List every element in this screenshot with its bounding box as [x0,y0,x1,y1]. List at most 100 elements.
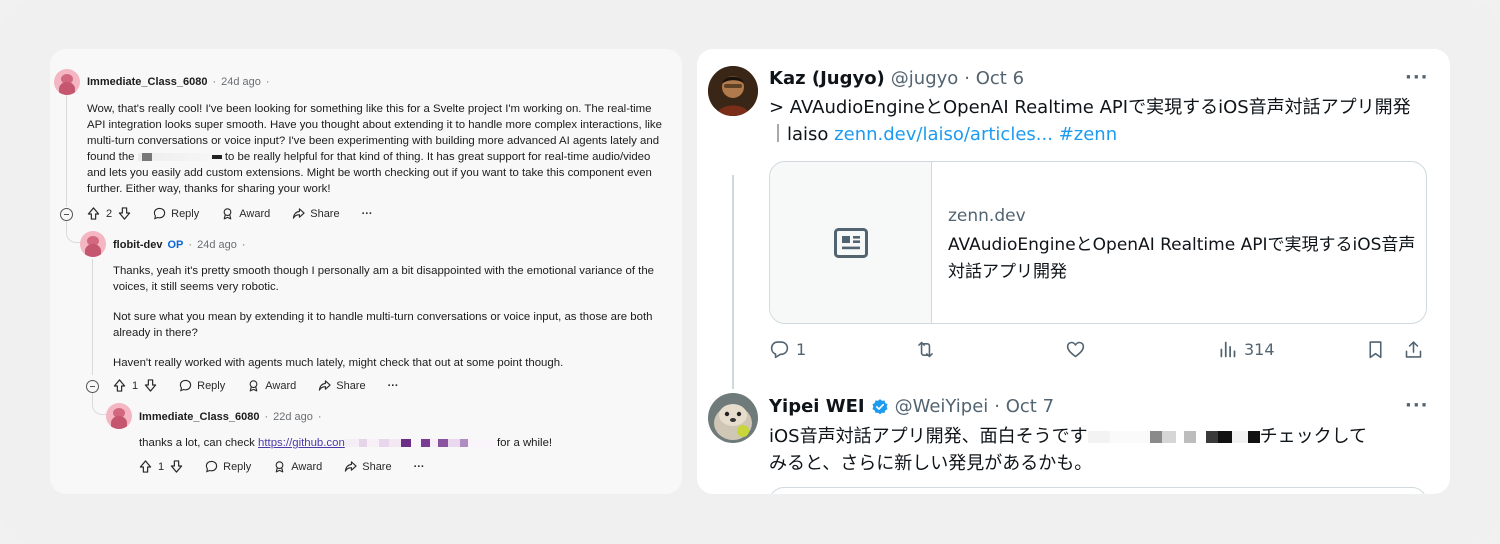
more-options-button[interactable]: ··· [1405,395,1429,416]
tweet-text: iOS音声対話アプリ開発、面白そうです チェックして みると、さらに新しい発見があ… [769,423,1429,477]
share-button[interactable] [1403,339,1424,360]
like-button[interactable] [1065,339,1086,360]
award-icon [275,461,284,473]
comment-actions: 1 Reply Award Share ··· [139,460,425,473]
vote-count: 1 [158,460,165,473]
views-button[interactable]: 314 [1217,339,1275,360]
comment-bubble-icon [179,379,192,392]
share-label: Share [362,460,392,473]
username[interactable]: Immediate_Class_6080 [87,76,207,88]
award-icon [249,380,258,392]
reply-button[interactable]: Reply [153,207,199,220]
bookmark-button[interactable] [1365,339,1386,360]
upvote-icon[interactable] [87,207,100,220]
reddit-comments-panel: Immediate_Class_6080 · 24d ago · Wow, th… [50,49,682,494]
reply-button[interactable]: Reply [205,460,251,473]
thread-line [92,259,93,375]
dot-separator: · [264,411,269,423]
dot-separator: · [265,76,270,88]
views-bar-chart-icon [1220,341,1236,358]
comment-text: for a while! [496,437,553,449]
award-button[interactable]: Award [273,460,322,473]
avatar[interactable] [54,69,80,95]
upvote-icon[interactable] [139,460,152,473]
comment-meta: Immediate_Class_6080 · 24d ago · [87,76,270,88]
reply-button[interactable]: 1 [769,339,806,360]
tweet-line: > AVAudioEngineとOpenAI Realtime APIで実現する… [769,97,1411,118]
share-button[interactable]: Share [344,460,392,473]
collapse-thread-button[interactable] [86,380,99,393]
comment-paragraph: Not sure what you mean by extending it t… [113,311,653,339]
dot-separator: · [188,239,193,251]
comment-body: Thanks, yeah it's pretty smooth though I… [113,263,673,385]
share-arrow-icon [345,461,357,472]
dot-separator: · [212,76,217,88]
timestamp: 24d ago [197,239,237,251]
timestamp: 22d ago [273,411,313,423]
user-handle[interactable]: @jugyo [891,68,959,89]
reply-button[interactable]: Reply [179,379,225,392]
downvote-icon[interactable] [144,379,157,392]
dot-separator: · [317,411,322,423]
repost-button[interactable] [915,339,936,360]
vote-control: 2 [87,207,131,220]
downvote-icon[interactable] [170,460,183,473]
tweet-actions: 1 314 [769,339,1427,365]
upvote-icon[interactable] [113,379,126,392]
card-title: AVAudioEngineとOpenAI Realtime APIで実現するiO… [948,235,1416,282]
tweet-text-prefix: ｜laiso [769,124,829,145]
share-button[interactable]: Share [292,207,340,220]
user-handle[interactable]: @WeiYipei [895,396,989,417]
avatar-photo-icon [708,66,758,116]
repost-icon [918,341,933,358]
reply-label: Reply [171,207,200,220]
more-options-button[interactable]: ··· [414,461,425,473]
tweet-line: ｜laiso zenn.dev/laiso/articles... #zenn [769,121,1429,148]
avatar[interactable] [708,66,758,116]
article-link[interactable]: zenn.dev/laiso/articles... [834,124,1053,145]
display-name[interactable]: Yipei WEI [769,396,865,417]
share-upload-icon [1405,341,1422,358]
reply-bubble-icon [770,341,789,359]
comment-actions: 2 Reply Award Share ··· [87,207,373,220]
hashtag-link[interactable]: #zenn [1059,124,1117,145]
github-link[interactable]: https://github.con [258,437,345,449]
collapse-thread-button[interactable] [60,208,73,221]
reply-label: Reply [197,379,226,392]
tweet-text-end: チェックして [1259,426,1368,447]
verified-badge-icon[interactable] [871,398,889,416]
dot-separator: · [241,239,246,251]
view-count: 314 [1244,340,1275,359]
comment-paragraph: Thanks, yeah it's pretty smooth though I… [113,265,655,293]
award-icon [223,208,232,220]
thread-line [732,175,734,389]
username[interactable]: Immediate_Class_6080 [139,411,259,423]
vote-control: 1 [113,379,157,392]
comment-meta: Immediate_Class_6080 · 22d ago · [139,411,322,423]
tweet-date[interactable]: · Oct 6 [964,68,1024,89]
downvote-icon[interactable] [118,207,131,220]
avatar[interactable] [708,393,758,443]
share-label: Share [336,379,366,392]
more-options-button[interactable]: ··· [362,208,373,220]
award-button[interactable]: Award [221,207,270,220]
op-badge: OP [167,239,184,251]
award-button[interactable]: Award [247,379,296,392]
more-options-button[interactable]: ··· [388,380,399,392]
avatar[interactable] [80,231,106,257]
comment-bubble-icon [153,207,166,220]
vote-control: 1 [139,460,183,473]
more-options-button[interactable]: ··· [1405,67,1429,88]
redacted-text [137,151,222,163]
comment-actions: 1 Reply Award Share ··· [113,379,399,392]
avatar[interactable] [106,403,132,429]
tweet-date[interactable]: · Oct 7 [994,396,1054,417]
x-tweets-panel: Kaz (Jugyo) @jugyo · Oct 6 ··· > AVAudio… [697,49,1450,494]
tweet-text-start: iOS音声対話アプリ開発、面白そうです [769,426,1088,447]
share-arrow-icon [319,380,331,391]
link-preview-card[interactable]: zenn.dev AVAudioEngineとOpenAI Realtime A… [769,161,1427,324]
username[interactable]: flobit-dev [113,239,163,251]
share-button[interactable]: Share [318,379,366,392]
tweet-line: iOS音声対話アプリ開発、面白そうです チェックして [769,423,1429,450]
display-name[interactable]: Kaz (Jugyo) [769,68,885,89]
